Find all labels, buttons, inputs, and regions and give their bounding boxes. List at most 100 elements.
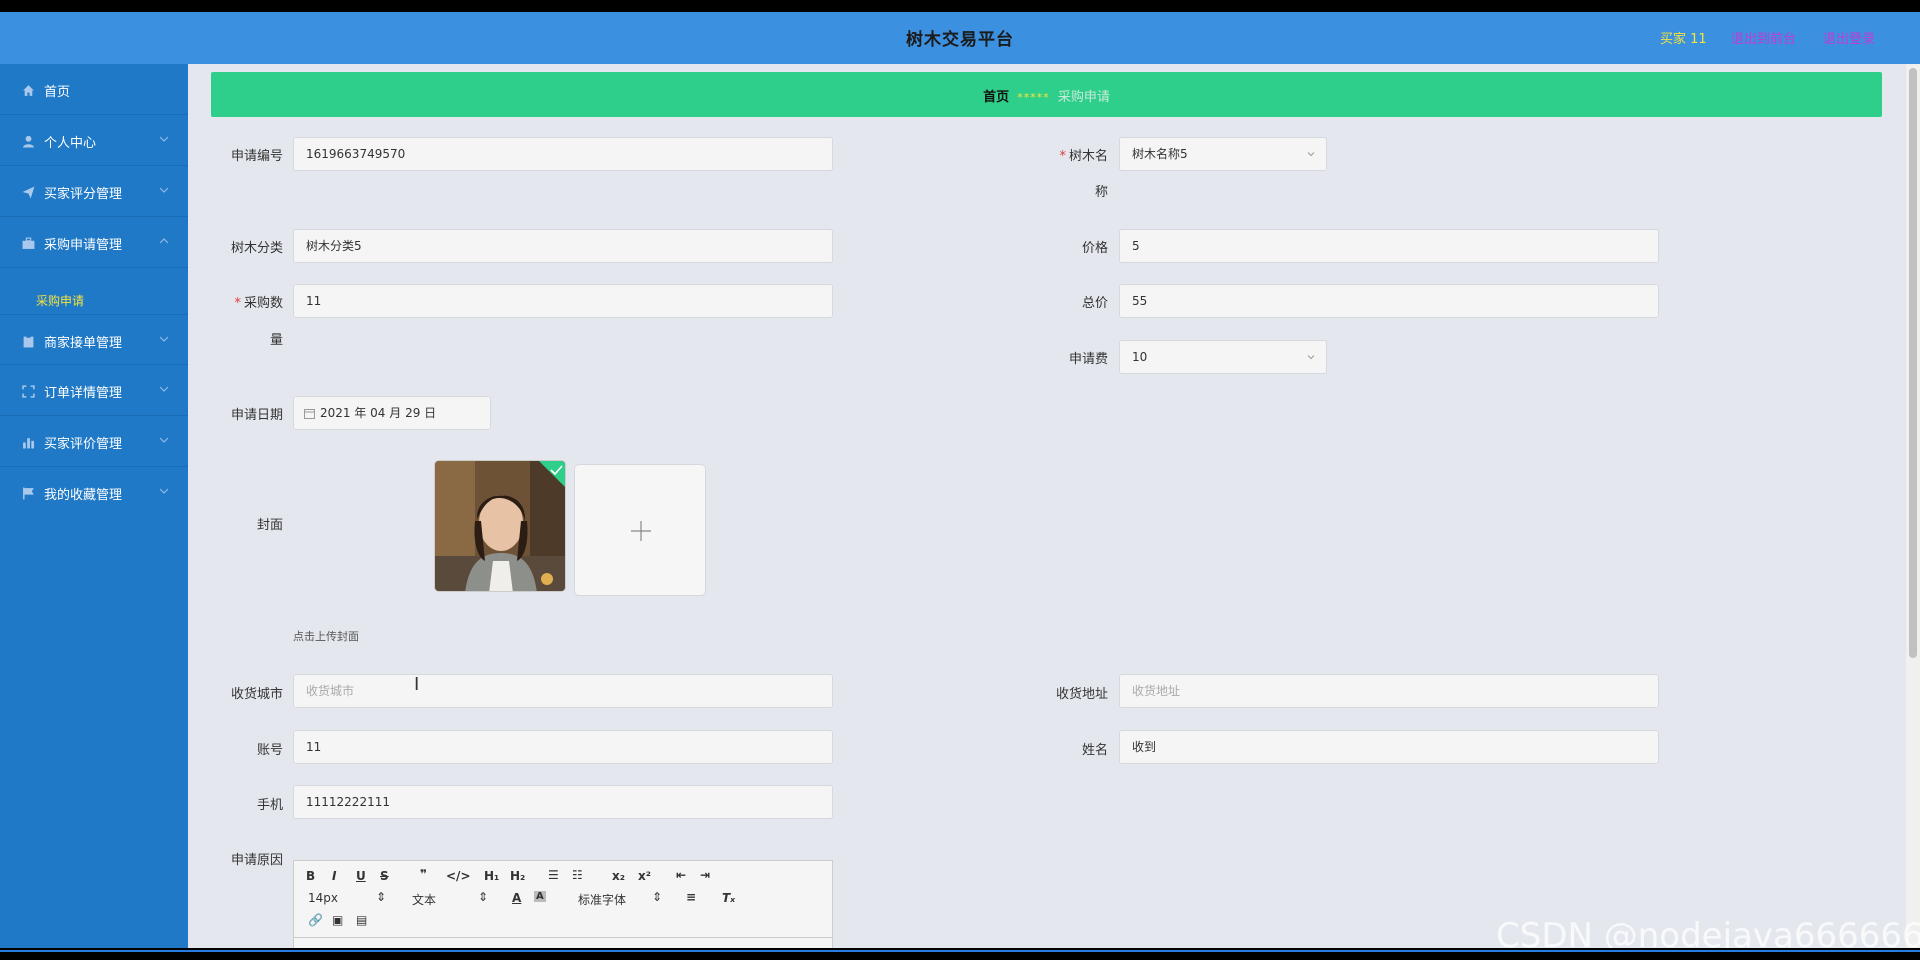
vertical-scrollbar[interactable] (1906, 64, 1920, 948)
indent-button[interactable]: ⇥ (700, 868, 710, 882)
tree-category-field[interactable]: 树木分类5 (293, 229, 833, 263)
cover-image-thumbnail[interactable] (434, 460, 566, 592)
name-field[interactable]: 收到 (1119, 730, 1659, 764)
sidebar-item-buyer-review[interactable]: 买家评价管理 (0, 416, 188, 467)
chevron-down-icon (1307, 355, 1315, 360)
tree-name-label: * 树木名 (1059, 149, 1108, 164)
font-size-select[interactable]: 14px (308, 891, 338, 905)
underline-button[interactable]: U (356, 869, 366, 883)
sidebar-item-label: 买家评分管理 (44, 187, 123, 202)
italic-button[interactable]: I (332, 869, 336, 883)
account-label: 账号 (256, 743, 283, 758)
clear-format-button[interactable]: Tₓ (722, 891, 735, 905)
sidebar-subitem-purchase-apply[interactable]: 采购申请 (36, 292, 84, 309)
block-type-select[interactable]: 文本 (412, 891, 436, 908)
apply-no-label: 申请编号 (230, 149, 283, 164)
user-icon (23, 135, 34, 148)
quantity-label: * 采购数 (234, 296, 283, 311)
breadcrumb: 首页 ***** 采购申请 (211, 72, 1882, 117)
h1-button[interactable]: H₁ (484, 869, 499, 883)
chevron-down-icon (159, 488, 169, 494)
sidebar-item-label: 订单详情管理 (44, 386, 123, 401)
ordered-list-button[interactable]: ☰ (548, 868, 559, 882)
font-family-select-arrow: ⇕ (652, 890, 663, 904)
align-button[interactable]: ≡ (686, 890, 696, 904)
top-header: 树木交易平台 买家 11 退出到前台 退出登录 (0, 12, 1920, 64)
clipboard-icon (23, 335, 34, 348)
tree-name-select[interactable]: 树木名称5 (1119, 137, 1327, 171)
briefcase-icon (22, 237, 35, 249)
home-icon (23, 85, 34, 96)
chevron-down-icon (159, 187, 169, 193)
sidebar-item-favorites[interactable]: 我的收藏管理 (0, 467, 188, 518)
breadcrumb-home[interactable]: 首页 (983, 90, 1009, 105)
flag-icon (23, 487, 34, 500)
phone-field[interactable]: 11112222111 (293, 785, 833, 819)
breadcrumb-separator: ***** (1017, 91, 1050, 104)
total-field[interactable]: 55 (1119, 284, 1659, 318)
sidebar-item-purchase-mgmt[interactable]: 采购申请管理 (0, 217, 188, 268)
link-icon[interactable]: 🔗 (308, 913, 323, 927)
chevron-down-icon (159, 437, 169, 443)
calendar-icon (304, 409, 315, 419)
quantity-field[interactable]: 11 (293, 284, 833, 318)
sidebar-item-profile[interactable]: 个人中心 (0, 115, 188, 166)
sidebar-item-home[interactable]: 首页 (0, 64, 188, 115)
reason-editor[interactable]: B I U S ❞ </> H₁ H₂ ☰ ☷ x₂ x² ⇤ ⇥ 14px ⇕… (293, 860, 833, 948)
logout-link[interactable]: 退出登录 (1823, 28, 1875, 47)
font-family-select[interactable]: 标准字体 (578, 891, 626, 908)
phone-label: 手机 (256, 798, 283, 813)
price-field[interactable]: 5 (1119, 229, 1659, 263)
account-field[interactable]: 11 (293, 730, 833, 764)
sidebar-item-merchant-orders[interactable]: 商家接单管理 (0, 314, 188, 365)
bullet-list-button[interactable]: ☷ (572, 868, 583, 882)
fee-select[interactable]: 10 (1119, 340, 1327, 374)
sidebar-item-order-details[interactable]: 订单详情管理 (0, 365, 188, 416)
subscript-button[interactable]: x₂ (612, 869, 625, 883)
tree-category-label: 树木分类 (230, 241, 283, 256)
scroll-thumb[interactable] (1909, 68, 1917, 658)
name-label: 姓名 (1081, 743, 1108, 758)
video-icon[interactable]: ▤ (356, 913, 367, 927)
date-picker[interactable]: 2021 年 04 月 29 日 (293, 396, 491, 430)
address-input[interactable]: 收货地址 (1119, 674, 1659, 708)
superscript-button[interactable]: x² (638, 869, 651, 883)
sidebar-item-label: 商家接单管理 (44, 336, 123, 351)
app-window: 树木交易平台 买家 11 退出到前台 退出登录 首页 个人中心 买家评分管理 采… (0, 12, 1920, 948)
sidebar-item-label: 买家评价管理 (44, 437, 123, 452)
watermark: CSDN @nodejava666666 (1496, 916, 1920, 948)
apply-no-field[interactable]: 1619663749570 (293, 137, 833, 171)
strike-button[interactable]: S (380, 869, 389, 883)
sidebar-item-buyer-rating[interactable]: 买家评分管理 (0, 166, 188, 217)
expand-icon (22, 385, 35, 398)
sidebar-item-label: 我的收藏管理 (44, 488, 123, 503)
cover-label: 封面 (256, 518, 283, 533)
bg-color-button[interactable]: A (534, 891, 546, 902)
code-button[interactable]: </> (446, 869, 471, 883)
quote-button[interactable]: ❞ (420, 867, 427, 881)
app-title: 树木交易平台 (906, 30, 1014, 50)
chevron-down-icon (1307, 152, 1315, 157)
editor-divider (294, 937, 832, 938)
address-label: 收货地址 (1055, 687, 1108, 702)
sidebar-item-label: 采购申请管理 (44, 238, 123, 253)
h2-button[interactable]: H₂ (510, 869, 525, 883)
bold-button[interactable]: B (306, 869, 315, 883)
chevron-down-icon (159, 386, 169, 392)
upload-cover-button[interactable] (574, 464, 706, 596)
font-color-button[interactable]: A (512, 891, 521, 905)
outdent-button[interactable]: ⇤ (676, 868, 686, 882)
city-input[interactable]: 收货城市 (293, 674, 833, 708)
upload-hint: 点击上传封面 (293, 630, 359, 643)
city-label: 收货城市 (230, 687, 283, 702)
image-icon[interactable]: ▣ (332, 913, 343, 927)
price-label: 价格 (1081, 241, 1108, 256)
sidebar-item-label: 首页 (44, 85, 71, 100)
breadcrumb-current: 采购申请 (1057, 90, 1110, 105)
font-size-select-arrow: ⇕ (376, 890, 387, 904)
total-label: 总价 (1081, 296, 1108, 311)
date-label: 申请日期 (230, 408, 283, 423)
bottom-progress-line (0, 950, 1920, 952)
quantity-label-wrap: 量 (269, 333, 283, 348)
back-to-front-link[interactable]: 退出到前台 (1731, 28, 1796, 47)
